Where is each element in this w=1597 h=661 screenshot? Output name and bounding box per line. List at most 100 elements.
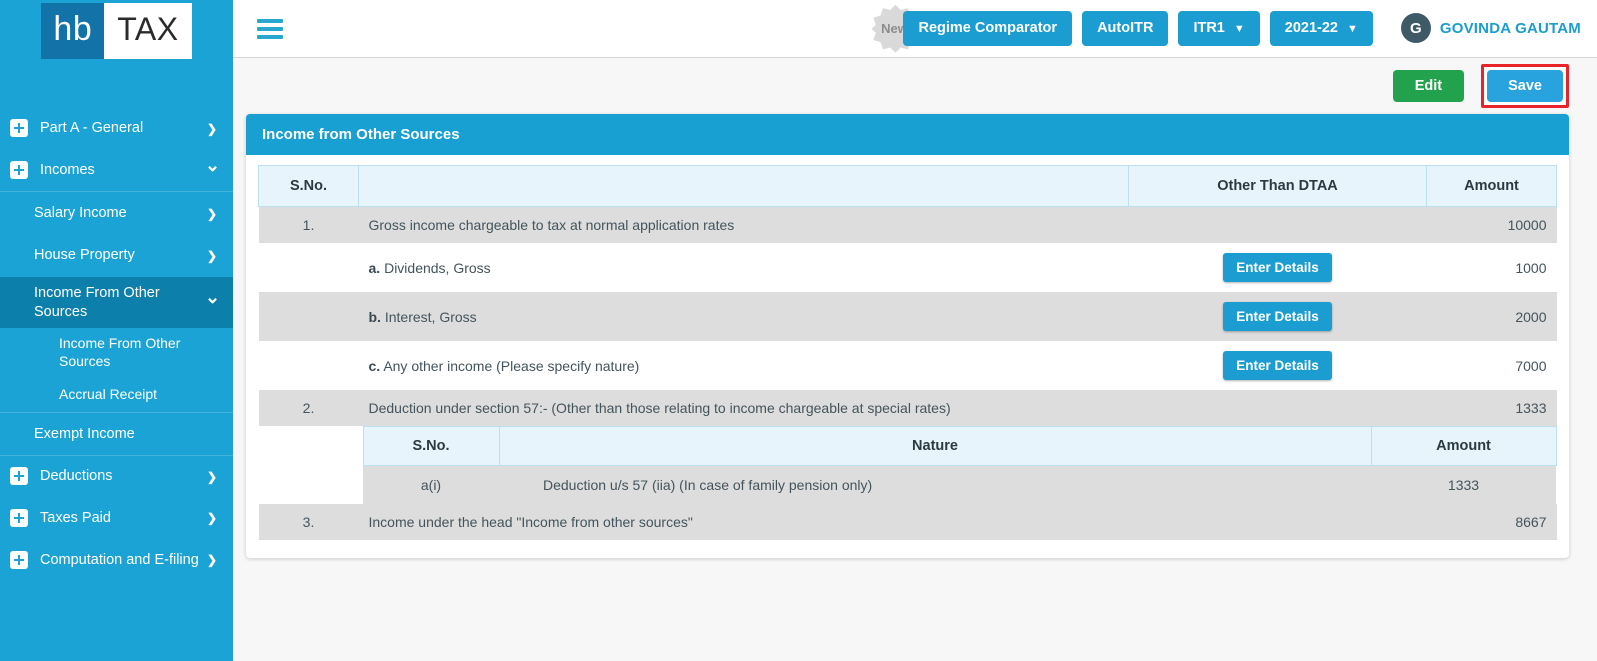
sidebar-item-part-a-general[interactable]: Part A - General [0,107,233,149]
row-description-text: Interest, Gross [384,308,477,325]
topbar-actions: New Regime Comparator AutoITR ITR1 ▼ 2021… [871,4,1581,53]
save-button-highlight: Save [1481,64,1569,108]
enter-details-button[interactable]: Enter Details [1223,302,1332,331]
nested-row-amount: 1333 [1371,465,1556,504]
chevron-right-icon [205,510,219,525]
sidebar-item-label: Part A - General [40,119,144,136]
nested-row-nature: Deduction u/s 57 (iia) (In case of famil… [499,465,1371,504]
logo-mark: hb [41,3,105,59]
assessment-year-dropdown[interactable]: 2021-22 ▼ [1269,10,1373,47]
chevron-right-icon [205,121,219,136]
row-amount: 1000 [1426,243,1557,292]
sidebar-item-label: Income From Other Sources [34,285,160,320]
row-description: c. Any other income (Please specify natu… [358,341,1129,390]
sidebar-item-computation-and-e-filing[interactable]: Computation and E-filing [0,539,233,581]
sidebar-item-label: Accrual Receipt [59,385,158,402]
logo-text: TAX [104,3,192,59]
sidebar-item-label: Taxes Paid [40,509,111,526]
sidebar: hb TAX Part A - General Incomes Salary I… [0,0,233,661]
row-letter: b. [368,308,381,325]
logo[interactable]: hb TAX [0,0,233,60]
auto-itr-button[interactable]: AutoITR [1082,10,1169,47]
card-title: Income from Other Sources [246,114,1569,155]
nested-table-head: S.No. Nature Amount [362,426,1557,466]
sidebar-item-exempt-income[interactable]: Exempt Income [0,411,233,455]
nested-row-sno: a(i) [363,465,499,504]
card-area: Income from Other Sources S.No. Other Th… [233,114,1597,661]
avatar: G [1400,13,1431,44]
chevron-down-icon [205,160,219,181]
row-sno: 1. [258,206,359,243]
table-body: 1. Gross income chargeable to tax at nor… [258,206,1557,540]
row-amount: 8667 [1426,504,1557,540]
income-other-sources-card: Income from Other Sources S.No. Other Th… [246,114,1569,558]
nested-table-body: a(i) Deduction u/s 57 (iia) (In case of … [363,465,1556,504]
row-dtaa-cell [1128,504,1427,540]
app-root: hb TAX Part A - General Incomes Salary I… [0,0,1597,661]
edit-button[interactable]: Edit [1392,70,1465,102]
row-amount: 2000 [1426,292,1557,341]
assessment-year-label: 2021-22 [1284,19,1338,36]
table-header-row: S.No. Other Than DTAA Amount [258,165,1557,207]
chevron-down-icon [205,292,219,313]
column-header-amount: Amount [1426,165,1557,207]
sidebar-subitem-income-from-other-sources[interactable]: Income From Other Sources [0,328,233,378]
sidebar-item-label: Exempt Income [34,425,135,442]
chevron-right-icon [205,552,219,567]
chevron-down-icon: ▼ [1346,22,1358,35]
sidebar-item-income-from-other-sources[interactable]: Income From Other Sources [0,277,233,329]
column-header-other-than-dtaa: Other Than DTAA [1128,165,1427,207]
sidebar-item-label: Computation and E-filing [40,551,199,568]
row-description: Income under the head "Income from other… [358,504,1129,540]
plus-box-icon [10,467,28,486]
table-row: 2. Deduction under section 57:- (Other t… [258,390,1557,426]
table-row: a. Dividends, Gross Enter Details 1000 [258,243,1557,292]
plus-box-icon [10,119,28,137]
nested-table-row: a(i) Deduction u/s 57 (iia) (In case of … [363,465,1556,504]
row-dtaa-cell: Enter Details [1128,243,1427,292]
action-row: Edit Save [233,58,1597,114]
plus-box-icon [10,161,28,179]
row-description: b. Interest, Gross [358,292,1129,341]
save-button[interactable]: Save [1487,70,1563,102]
column-header-description [358,165,1129,207]
row-dtaa-cell: Enter Details [1128,292,1427,341]
chevron-right-icon [205,469,219,484]
sidebar-item-taxes-paid[interactable]: Taxes Paid [0,497,233,539]
itr-form-dropdown[interactable]: ITR1 ▼ [1178,10,1260,47]
hamburger-icon[interactable] [257,18,283,39]
table-head: S.No. Other Than DTAA Amount [258,165,1557,207]
deduction-nature-table: S.No. Nature Amount a(i) Deduction u/s 5… [362,426,1557,504]
row-sno: 3. [258,504,359,540]
row-description: a. Dividends, Gross [358,243,1129,292]
nested-column-header-amount: Amount [1370,426,1557,466]
sidebar-item-deductions[interactable]: Deductions [0,454,233,497]
sidebar-subitem-accrual-receipt[interactable]: Accrual Receipt [0,378,233,412]
itr-form-label: ITR1 [1193,19,1225,36]
enter-details-button[interactable]: Enter Details [1223,253,1332,282]
sidebar-item-label: House Property [34,247,135,264]
main-content: New Regime Comparator AutoITR ITR1 ▼ 2021… [233,0,1597,661]
nested-table-holder: S.No. Nature Amount a(i) Deduction u/s 5… [258,426,1557,504]
sidebar-item-salary-income[interactable]: Salary Income [0,191,233,234]
nested-column-header-nature: Nature [498,426,1372,466]
sidebar-item-label: Salary Income [34,204,127,221]
chevron-right-icon [205,248,219,263]
row-dtaa-cell: Enter Details [1128,341,1427,390]
row-description: Gross income chargeable to tax at normal… [358,206,1129,243]
sidebar-item-house-property[interactable]: House Property [0,234,233,277]
sidebar-item-label: Income From Other Sources [59,335,181,369]
sidebar-item-incomes[interactable]: Incomes [0,149,233,191]
table-row: 3. Income under the head "Income from ot… [258,504,1557,540]
regime-comparator-button[interactable]: Regime Comparator [903,10,1073,47]
row-letter: c. [368,357,381,374]
enter-details-button[interactable]: Enter Details [1223,351,1332,380]
row-sno: 2. [258,390,359,426]
sidebar-item-label: Deductions [40,468,113,485]
nested-column-header-sno: S.No. [362,426,500,466]
row-letter: a. [368,259,381,276]
sidebar-nav: Part A - General Incomes Salary Income H… [0,107,233,581]
income-table: S.No. Other Than DTAA Amount 1. Gross in… [258,165,1557,540]
topbar: New Regime Comparator AutoITR ITR1 ▼ 2021… [233,0,1597,58]
user-menu[interactable]: G GOVINDA GAUTAM [1400,13,1581,44]
